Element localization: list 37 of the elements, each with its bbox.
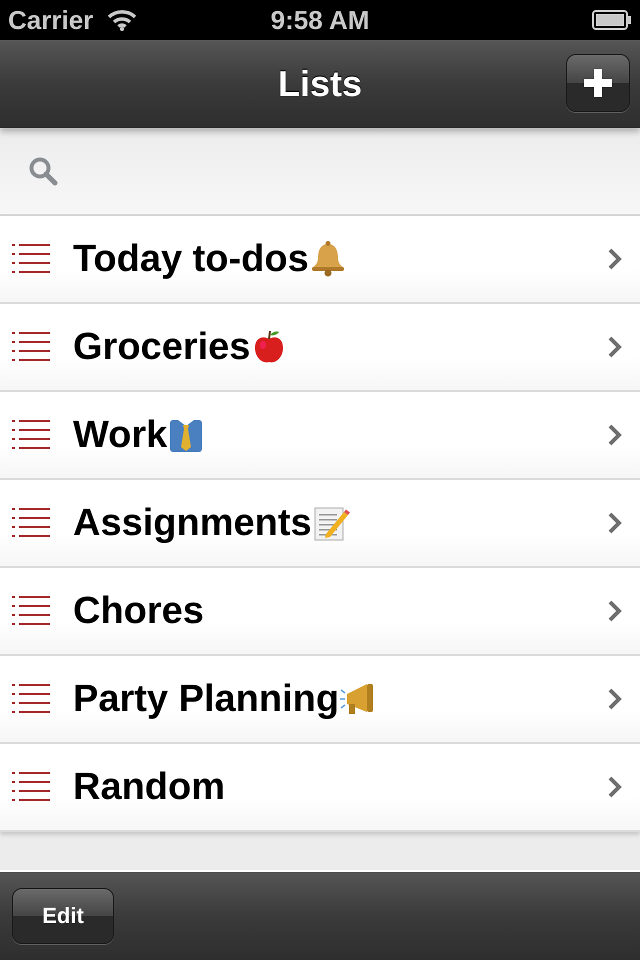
- battery-icon: [592, 10, 632, 30]
- list-icon: [12, 506, 50, 540]
- list-title: Work: [73, 414, 168, 456]
- plus-icon: [584, 69, 612, 97]
- status-time: 9:58 AM: [270, 4, 370, 36]
- list-icon: [12, 242, 50, 276]
- chevron-icon: [608, 776, 622, 798]
- list-title: Random: [73, 766, 225, 808]
- list-icon: [12, 682, 50, 716]
- chevron-icon: [608, 600, 622, 622]
- chevron-icon: [608, 512, 622, 534]
- list-row[interactable]: Random: [0, 744, 640, 832]
- carrier-name: Carrier: [8, 4, 94, 36]
- add-button[interactable]: [566, 54, 630, 112]
- chevron-icon: [608, 688, 622, 710]
- search-icon: [28, 156, 58, 186]
- list-title: Assignments: [73, 502, 312, 544]
- list-icon: [12, 770, 50, 804]
- nav-title: Lists: [278, 63, 362, 105]
- list-title: Party Planning: [73, 678, 340, 720]
- list-title: Chores: [73, 590, 204, 632]
- list-row[interactable]: Assignments: [0, 480, 640, 568]
- chevron-icon: [608, 248, 622, 270]
- list-icon: [12, 418, 50, 452]
- list-icon: [12, 594, 50, 628]
- list-row[interactable]: Chores: [0, 568, 640, 656]
- edit-button[interactable]: Edit: [12, 888, 114, 944]
- list-icon: [12, 330, 50, 364]
- list-row[interactable]: Groceries: [0, 304, 640, 392]
- list-title: Groceries: [73, 326, 250, 368]
- list-row[interactable]: Work: [0, 392, 640, 480]
- list-row[interactable]: Today to-dos: [0, 216, 640, 304]
- chevron-icon: [608, 424, 622, 446]
- chevron-icon: [608, 336, 622, 358]
- list-title: Today to-dos: [73, 238, 309, 280]
- wifi-icon: [107, 9, 138, 31]
- list-row[interactable]: Party Planning: [0, 656, 640, 744]
